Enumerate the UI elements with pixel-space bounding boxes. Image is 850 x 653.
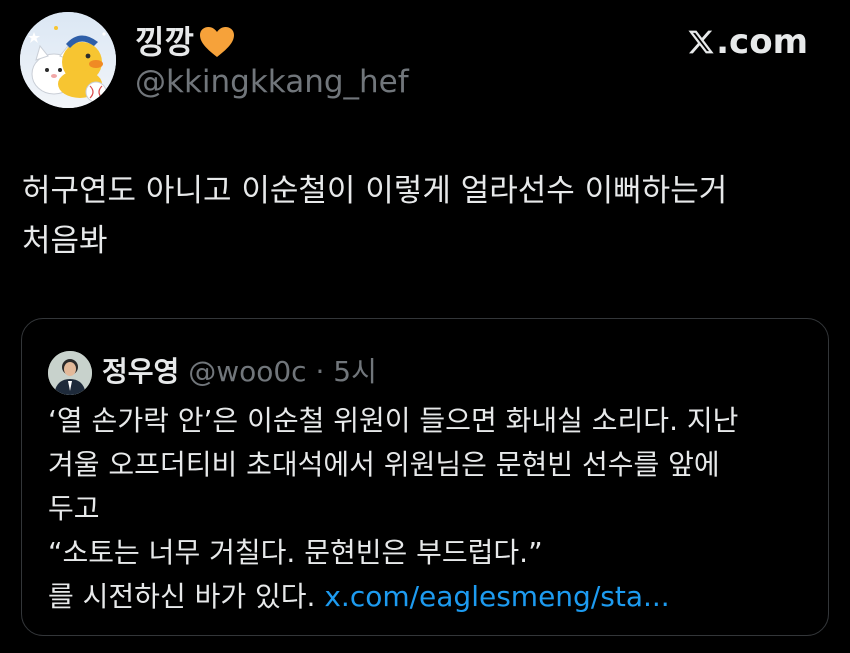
quoted-tweet-header: 정우영 @woo0c · 5시 [102,352,377,392]
tweet-text: 허구연도 아니고 이순철이 이렇게 얼라선수 이뻐하는거 처음봐 [22,173,728,259]
author-name-text: 낑깡 [135,23,194,61]
quoted-text-line: “소토는 너무 거칠다. 문현빈은 부드럽다.” [48,536,543,569]
quoted-text-line-end: 를 시전하신 바가 있다. [48,580,325,613]
quoted-text-last-line: 를 시전하신 바가 있다. x.com/eaglesmeng/sta... [48,575,818,619]
quoted-author-avatar[interactable] [48,351,92,395]
author-display-name[interactable]: 낑깡 [135,22,236,62]
quoted-tweet-card[interactable]: 정우영 @woo0c · 5시 ‘열 손가락 안’은 이순철 위원이 들으면 화… [21,318,829,636]
quoted-tweet-body: ‘열 손가락 안’은 이순철 위원이 들으면 화내실 소리다. 지난 겨울 오프… [48,399,818,619]
x-com-watermark: .com [687,22,808,62]
quoted-author-name[interactable]: 정우영 [102,355,179,388]
person-photo-icon [48,351,92,395]
author-handle[interactable]: @kkingkkang_hef [135,62,409,102]
quoted-text-line: 두고 [48,492,100,525]
x-logo-icon [688,30,714,54]
quoted-author-handle[interactable]: @woo0c [188,355,306,388]
orange-heart-icon [199,27,234,57]
avatar-illustration [20,12,116,108]
quoted-tweet-link[interactable]: x.com/eaglesmeng/sta... [324,580,669,613]
quoted-tweet-time[interactable]: 5시 [333,355,377,388]
quoted-text-line: ‘열 손가락 안’은 이순철 위원이 들으면 화내실 소리다. 지난 [48,404,739,437]
header-separator: · [315,355,325,388]
author-avatar[interactable] [20,12,116,108]
quoted-text-line: 겨울 오프더티비 초대석에서 위원님은 문현빈 선수를 앞에 [48,448,720,481]
x-com-text: .com [716,22,808,62]
